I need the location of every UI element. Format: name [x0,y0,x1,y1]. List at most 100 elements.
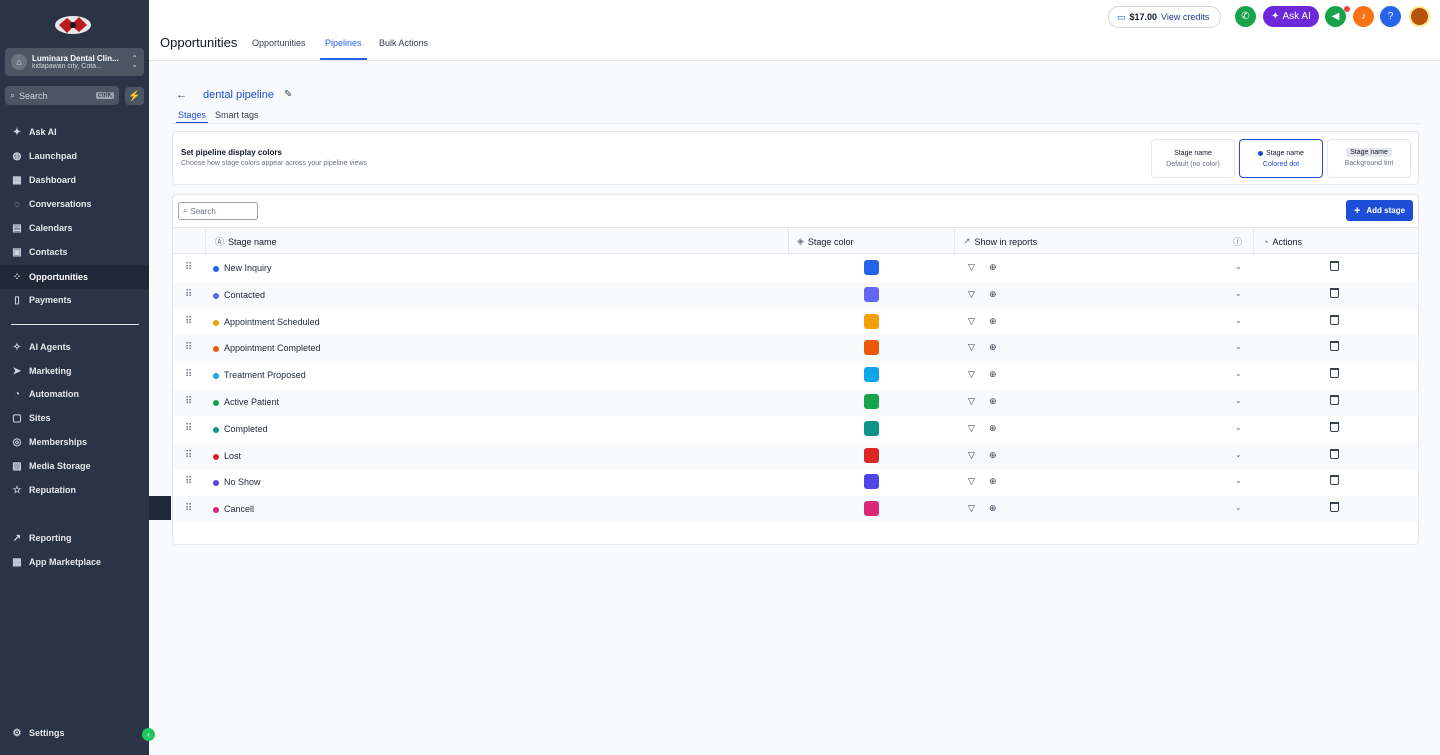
stage-color-swatch[interactable] [864,394,879,409]
stage-name[interactable]: Treatment Proposed [224,370,306,380]
drag-handle-icon[interactable]: ⠿ [185,342,192,353]
trash-icon[interactable] [1330,421,1339,432]
stage-name[interactable]: Active Patient [224,397,279,407]
stage-name[interactable]: Appointment Scheduled [224,317,320,327]
drag-handle-icon[interactable]: ⠿ [185,369,192,380]
tab-smart-tags[interactable]: Smart tags [215,110,259,124]
stage-name[interactable]: Appointment Completed [224,343,321,353]
funnel-icon[interactable]: ▽ [968,369,975,380]
trash-icon[interactable] [1330,341,1339,352]
phone-button[interactable]: ✆ [1235,6,1256,27]
chevron-down-icon[interactable]: ⌄ [1235,423,1242,432]
sidebar-search[interactable]: ⌕ Search ctrlK [5,86,119,105]
display-option-background-tint[interactable]: Stage name Background tint [1327,139,1411,178]
stages-search-input[interactable]: ⌕ Search [178,202,258,220]
tab-opportunities[interactable]: Opportunities [252,38,306,60]
globe-icon[interactable]: ⊕ [989,423,997,434]
ask-ai-button[interactable]: ✦ Ask AI [1263,6,1319,27]
globe-icon[interactable]: ⊕ [989,289,997,300]
drag-handle-icon[interactable]: ⠿ [185,503,192,514]
funnel-icon[interactable]: ▽ [968,342,975,353]
account-switcher[interactable]: ⌂ Luminara Dental Clin... kidapawan city… [5,48,144,76]
sidebar-item-app-marketplace[interactable]: ▦ App Marketplace [0,550,149,574]
edit-pencil-icon[interactable]: ✎ [284,89,292,100]
help-button[interactable]: ? [1380,6,1401,27]
tab-bulk-actions[interactable]: Bulk Actions [379,38,428,60]
sidebar-item-opportunities[interactable]: ⁘ Opportunities [0,265,149,289]
funnel-icon[interactable]: ▽ [968,503,975,514]
globe-icon[interactable]: ⊕ [989,316,997,327]
sidebar-item-reputation[interactable]: ☆ Reputation [0,478,149,502]
stage-name[interactable]: Lost [224,451,241,461]
globe-icon[interactable]: ⊕ [989,369,997,380]
drag-handle-icon[interactable]: ⠿ [185,262,192,273]
trash-icon[interactable] [1330,287,1339,298]
avatar[interactable] [1409,6,1430,27]
display-option-colored-dot[interactable]: Stage name Colored dot [1239,139,1323,178]
stage-color-swatch[interactable] [864,474,879,490]
collapse-sidebar-button[interactable]: ‹ [142,728,155,741]
drag-handle-icon[interactable]: ⠿ [185,476,192,487]
add-stage-button[interactable]: + Add stage [1346,200,1413,221]
sidebar-item-launchpad[interactable]: ◍ Launchpad [0,144,149,168]
info-icon[interactable]: ⓘ [1233,228,1246,255]
sidebar-item-ai-agents[interactable]: ✧ AI Agents [0,335,149,359]
drag-handle-icon[interactable]: ⠿ [185,316,192,327]
sidebar-item-ask-ai[interactable]: ✦ Ask AI [0,120,149,144]
globe-icon[interactable]: ⊕ [989,503,997,514]
display-option-default[interactable]: Stage name Default (no color) [1151,139,1235,178]
stage-color-swatch[interactable] [864,260,879,275]
trash-icon[interactable] [1330,475,1339,486]
globe-icon[interactable]: ⊕ [989,396,997,407]
drag-handle-icon[interactable]: ⠿ [185,450,192,461]
trash-icon[interactable] [1330,314,1339,325]
globe-icon[interactable]: ⊕ [989,476,997,487]
stage-color-swatch[interactable] [864,313,879,329]
funnel-icon[interactable]: ▽ [968,423,975,434]
chevron-down-icon[interactable]: ⌄ [1235,476,1242,485]
stage-name[interactable]: No Show [224,477,261,487]
sidebar-item-contacts[interactable]: ▣ Contacts [0,240,149,264]
sidebar-item-marketing[interactable]: ➤ Marketing [0,359,149,383]
announcements-button[interactable]: ◀ [1325,6,1346,27]
funnel-icon[interactable]: ▽ [968,450,975,461]
stage-name[interactable]: Completed [224,424,268,434]
funnel-icon[interactable]: ▽ [968,396,975,407]
sidebar-item-payments[interactable]: ▯ Payments [0,288,149,312]
sidebar-item-reporting[interactable]: ↗ Reporting [0,526,149,550]
sidebar-item-automation[interactable]: ◔ Automation [0,382,149,406]
back-arrow-icon[interactable]: ← [176,89,187,101]
drag-handle-icon[interactable]: ⠿ [185,289,192,300]
trash-icon[interactable] [1330,368,1339,379]
tab-stages[interactable]: Stages [176,110,209,124]
drag-handle-icon[interactable]: ⠿ [185,423,192,434]
chevron-down-icon[interactable]: ⌄ [1235,503,1242,512]
sidebar-item-conversations[interactable]: ◌ Conversations [0,192,149,216]
stage-color-swatch[interactable] [864,501,879,517]
trash-icon[interactable] [1330,395,1339,405]
chevron-down-icon[interactable]: ⌄ [1235,369,1242,378]
chevron-down-icon[interactable]: ⌄ [1235,450,1242,459]
sidebar-item-media-storage[interactable]: ▨ Media Storage [0,454,149,478]
tab-pipelines[interactable]: Pipelines [320,38,367,60]
stage-color-swatch[interactable] [864,447,879,463]
chevron-down-icon[interactable]: ⌄ [1235,316,1242,325]
stage-name[interactable]: New Inquiry [224,263,272,273]
chevron-down-icon[interactable]: ⌄ [1235,342,1242,351]
sidebar-item-dashboard[interactable]: ▦ Dashboard [0,168,149,192]
chevron-down-icon[interactable]: ⌄ [1235,262,1242,271]
funnel-icon[interactable]: ▽ [968,316,975,327]
stage-color-swatch[interactable] [864,367,879,383]
notifications-button[interactable]: ♪ [1353,6,1374,27]
chevron-down-icon[interactable]: ⌄ [1235,289,1242,298]
sidebar-item-settings[interactable]: ⚙ Settings [0,721,149,745]
trash-icon[interactable] [1330,502,1339,513]
quick-action-button[interactable]: ⚡ [125,87,144,105]
globe-icon[interactable]: ⊕ [989,262,997,273]
drag-handle-icon[interactable]: ⠿ [185,396,192,407]
credits-button[interactable]: ▭ $17.00 View credits [1108,6,1221,28]
trash-icon[interactable] [1330,261,1339,271]
funnel-icon[interactable]: ▽ [968,262,975,273]
stage-color-swatch[interactable] [864,286,879,302]
funnel-icon[interactable]: ▽ [968,476,975,487]
